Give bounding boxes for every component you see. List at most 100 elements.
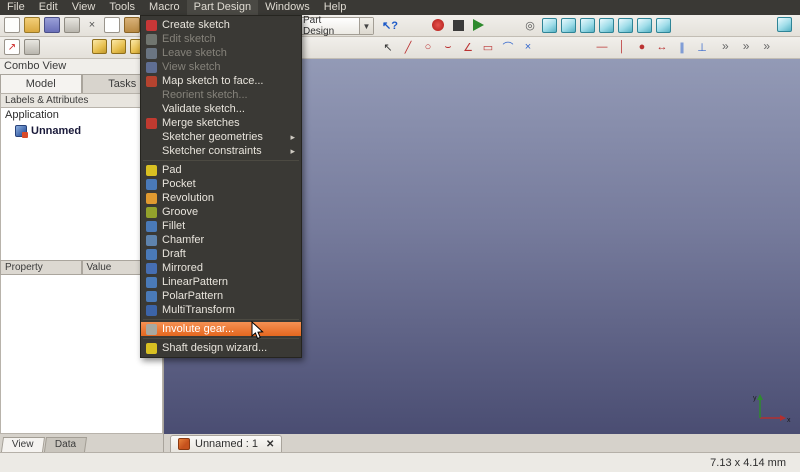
menu-item-label: PolarPattern	[162, 290, 223, 303]
menu-item-revolution[interactable]: Revolution	[141, 191, 301, 205]
cut-icon[interactable]: ×	[84, 17, 100, 33]
copy-icon[interactable]	[104, 17, 120, 33]
create-fillet-icon[interactable]: ⌒	[500, 39, 516, 55]
macro-record-icon[interactable]	[430, 17, 446, 33]
menu-item-draft[interactable]: Draft	[141, 247, 301, 261]
menu-item-pad[interactable]: Pad	[141, 163, 301, 177]
menu-item-multi-transform[interactable]: MultiTransform	[141, 303, 301, 317]
menu-item-view-sketch[interactable]: View sketch	[141, 60, 301, 74]
constraint-coincident-icon[interactable]: ●	[634, 39, 650, 55]
top-view-icon[interactable]	[580, 18, 595, 33]
workbench-selector[interactable]: Part Design ▼	[296, 17, 374, 35]
toolbar-overflow-icon[interactable]: »	[763, 39, 770, 53]
select-icon[interactable]: ↖	[380, 39, 396, 55]
blank-icon	[146, 90, 157, 101]
menu-item-label: Pad	[162, 164, 182, 177]
leave-sketch-icon	[146, 48, 157, 59]
export-icon[interactable]: ↗	[4, 39, 20, 55]
open-file-icon[interactable]	[24, 17, 40, 33]
bottom-view-icon[interactable]	[637, 18, 652, 33]
menu-item-label: Chamfer	[162, 234, 204, 247]
menubar-item-macro[interactable]: Macro	[142, 0, 187, 15]
menubar-item-windows[interactable]: Windows	[258, 0, 317, 15]
measure-group	[777, 17, 792, 32]
dependency-graph-icon[interactable]	[24, 39, 40, 55]
merge-sketches-icon	[146, 118, 157, 129]
menu-item-leave-sketch[interactable]: Leave sketch	[141, 46, 301, 60]
menubar-item-edit[interactable]: Edit	[32, 0, 65, 15]
create-line-icon[interactable]: ╱	[400, 39, 416, 55]
menu-item-mirrored[interactable]: Mirrored	[141, 261, 301, 275]
menu-item-label: Map sketch to face...	[162, 75, 264, 88]
toolbar-overflow-icon[interactable]: »	[722, 39, 729, 53]
menu-item-label: Groove	[162, 206, 198, 219]
new-document-icon[interactable]	[4, 17, 20, 33]
front-view-icon[interactable]	[561, 18, 576, 33]
tree-item-label: Unnamed	[31, 125, 81, 137]
menu-item-edit-sketch[interactable]: Edit sketch	[141, 32, 301, 46]
menu-item-fillet[interactable]: Fillet	[141, 219, 301, 233]
menubar-item-file[interactable]: File	[0, 0, 32, 15]
axis-x-label: x	[787, 417, 791, 424]
tab-model[interactable]: Model	[0, 74, 82, 93]
menu-item-sketcher-geometries[interactable]: Sketcher geometries ▸	[141, 130, 301, 144]
create-circle-icon[interactable]: ○	[420, 39, 436, 55]
menu-item-shaft-design-wizard[interactable]: Shaft design wizard...	[141, 341, 301, 355]
tree-item-application[interactable]: Application	[1, 108, 163, 123]
save-icon[interactable]	[44, 17, 60, 33]
tab-data[interactable]: Data	[43, 437, 86, 452]
menu-item-create-sketch[interactable]: Create sketch	[141, 18, 301, 32]
constraint-parallel-icon[interactable]: ∥	[674, 39, 690, 55]
constraint-perpendicular-icon[interactable]: ⊥	[694, 39, 710, 55]
constraint-distance-icon[interactable]: ↔	[654, 39, 670, 55]
create-rectangle-icon[interactable]: ▭	[480, 39, 496, 55]
constraint-vertical-icon[interactable]: │	[614, 39, 630, 55]
constraint-horizontal-icon[interactable]: ―	[594, 39, 610, 55]
menu-item-merge-sketches[interactable]: Merge sketches	[141, 116, 301, 130]
pad-icon	[146, 165, 157, 176]
rear-view-icon[interactable]	[618, 18, 633, 33]
macro-play-icon[interactable]	[470, 17, 486, 33]
document-tab[interactable]: Unnamed : 1 ✕	[170, 435, 282, 452]
draft-icon	[146, 249, 157, 260]
menu-item-sketcher-constraints[interactable]: Sketcher constraints ▸	[141, 144, 301, 158]
macro-stop-icon[interactable]	[450, 17, 466, 33]
menu-item-label: Merge sketches	[162, 117, 240, 130]
left-view-icon[interactable]	[656, 18, 671, 33]
menu-item-involute-gear[interactable]: Involute gear...	[141, 322, 301, 336]
labels-attributes-header: Labels & Attributes	[0, 93, 163, 108]
axonometric-view-icon[interactable]	[542, 18, 557, 33]
menubar-item-tools[interactable]: Tools	[102, 0, 142, 15]
box-primitive-icon[interactable]	[92, 39, 107, 54]
toolbar-overflow-icon[interactable]: »	[743, 39, 750, 53]
tab-view[interactable]: View	[1, 437, 45, 452]
fit-all-icon[interactable]: ◎	[522, 17, 538, 33]
trim-icon[interactable]: ×	[520, 39, 536, 55]
paste-icon[interactable]	[124, 17, 140, 33]
menu-item-pocket[interactable]: Pocket	[141, 177, 301, 191]
create-arc-icon[interactable]: ⌣	[440, 39, 456, 55]
measure-icon[interactable]	[777, 17, 792, 32]
menubar-item-view[interactable]: View	[65, 0, 103, 15]
cylinder-primitive-icon[interactable]	[111, 39, 126, 54]
tree-item-document[interactable]: Unnamed	[1, 123, 163, 139]
menubar-item-help[interactable]: Help	[317, 0, 354, 15]
whats-this-icon[interactable]: ↖?	[382, 17, 398, 33]
menu-item-reorient-sketch[interactable]: Reorient sketch...	[141, 88, 301, 102]
chevron-down-icon[interactable]: ▼	[359, 18, 373, 34]
menu-separator	[143, 338, 299, 339]
menu-item-label: Mirrored	[162, 262, 203, 275]
menu-item-chamfer[interactable]: Chamfer	[141, 233, 301, 247]
menu-item-validate-sketch[interactable]: Validate sketch...	[141, 102, 301, 116]
menubar-item-part-design[interactable]: Part Design	[187, 0, 258, 15]
property-column-header[interactable]: Property	[0, 260, 82, 275]
create-polyline-icon[interactable]: ∠	[460, 39, 476, 55]
menu-item-linear-pattern[interactable]: LinearPattern	[141, 275, 301, 289]
freecad-window: File Edit View Tools Macro Part Design W…	[0, 0, 800, 472]
print-icon[interactable]	[64, 17, 80, 33]
right-view-icon[interactable]	[599, 18, 614, 33]
close-tab-icon[interactable]: ✕	[263, 439, 274, 450]
menu-item-polar-pattern[interactable]: PolarPattern	[141, 289, 301, 303]
menu-item-groove[interactable]: Groove	[141, 205, 301, 219]
menu-item-map-sketch-to-face[interactable]: Map sketch to face...	[141, 74, 301, 88]
